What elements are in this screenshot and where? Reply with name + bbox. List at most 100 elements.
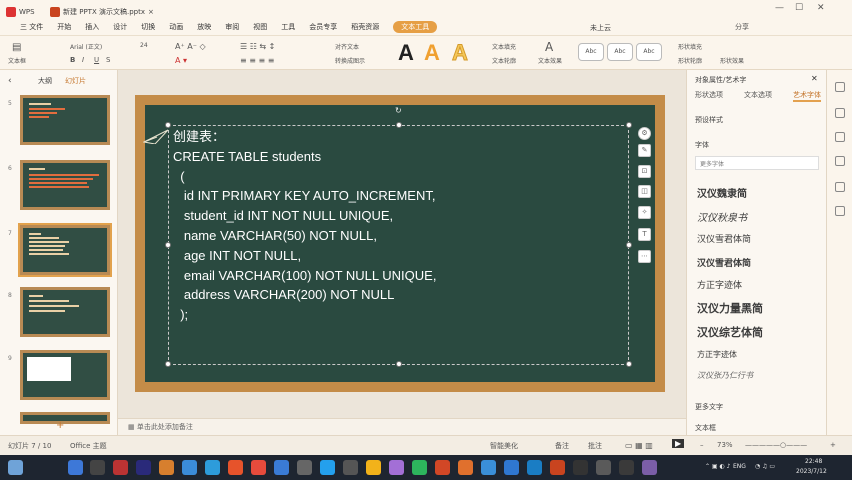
cloud-status[interactable]: 未上云 [590,20,611,36]
shape-style-1[interactable]: Abc [578,43,604,61]
shape-effect-button[interactable]: 形状效果 [720,56,744,65]
play-button[interactable]: ▶ [672,439,685,448]
text-effect-button[interactable]: 文本效果 [538,56,562,65]
slide-thumbnail-7[interactable] [18,223,112,277]
close-tab-icon[interactable]: × [148,8,154,16]
smart-beautify-button[interactable]: 智能美化 [490,441,518,451]
text-fill-button[interactable]: 文本填充 [492,42,516,51]
more-text-link[interactable]: 更多文字 [695,402,723,412]
preset-text-style-orange[interactable]: A [424,40,440,66]
menu-item[interactable]: 视图 [253,22,267,32]
app-icon[interactable] [274,460,289,475]
app-icon[interactable] [527,460,542,475]
layer-icon[interactable]: ◫ [638,185,651,198]
tab-shape-options[interactable]: 形状选项 [695,90,723,102]
font-option[interactable]: 汉仪魏隶简 [697,185,747,200]
crop-icon[interactable]: ⊡ [638,165,651,178]
effect-icon[interactable]: ✧ [638,206,651,219]
menu-item[interactable]: 开始 [57,22,71,32]
home-tab[interactable]: WPS [6,4,35,20]
comments-button[interactable]: 批注 [588,441,602,451]
convert-art-button[interactable]: 转换成图示 [335,56,365,65]
resize-handle[interactable] [626,361,632,367]
text-outline-button[interactable]: 文本轮廓 [492,56,516,65]
language-indicator[interactable]: ENG [733,463,746,470]
maximize-icon[interactable]: ☐ [795,3,803,13]
share-button[interactable]: 分享 [735,22,749,32]
font-size-select[interactable]: 24 [140,42,148,49]
browser-icon[interactable] [205,460,220,475]
rotate-handle-icon[interactable]: ↻ [395,106,402,115]
start-menu-icon[interactable] [68,460,83,475]
edge-icon[interactable] [182,460,197,475]
tab-text-options[interactable]: 文本选项 [744,90,772,102]
underline-button[interactable]: U [94,56,99,64]
panel-close-icon[interactable]: ✕ [811,74,818,83]
notes-toggle-button[interactable]: 备注 [555,441,569,451]
tab-outline[interactable]: 大纲 [38,76,52,86]
app-icon[interactable] [504,460,519,475]
italic-button[interactable]: I [82,56,84,64]
font-option[interactable]: 汉仪综艺体简 [697,324,763,340]
font-option[interactable]: 汉仪雪君体简 [697,256,751,269]
resize-handle[interactable] [626,242,632,248]
menu-item[interactable]: 审阅 [225,22,239,32]
bullet-list-icon[interactable]: ☰ ☷ ⇆ ↕ [240,42,275,51]
more-icon[interactable] [835,206,845,216]
app-icon[interactable] [320,460,335,475]
font-option[interactable]: 汉仪张乃仁行书 [697,370,753,381]
clock-time[interactable]: 22:48 [805,458,822,465]
wps-taskbar-icon[interactable] [550,460,565,475]
settings-icon[interactable]: ⚙ [638,127,651,140]
app-icon[interactable] [366,460,381,475]
slide-thumbnail-5[interactable] [20,95,110,145]
zoom-level[interactable]: 73% [717,441,733,449]
minimize-icon[interactable]: — [775,3,784,13]
add-slide-button[interactable]: + [56,420,64,431]
menu-item[interactable]: 插入 [85,22,99,32]
weather-icon[interactable] [8,460,23,475]
app-icon[interactable] [251,460,266,475]
menu-item[interactable]: 动画 [169,22,183,32]
panel-toggle-icon[interactable]: ‹ [8,76,12,86]
font-name-select[interactable]: Arial (正文) [70,42,102,51]
app-icon[interactable] [619,460,634,475]
app-icon[interactable] [343,460,358,475]
document-tab[interactable]: 新建 PPTX 演示文稿.pptx × [50,4,154,20]
app-icon[interactable] [573,460,588,475]
shape-style-3[interactable]: Abc [636,43,662,61]
menu-item[interactable]: 会员专享 [309,22,337,32]
shape-fill-button[interactable]: 形状填充 [678,42,702,51]
resize-handle[interactable] [626,122,632,128]
section-fonts[interactable]: 字体 [695,140,709,150]
app-icon[interactable] [642,460,657,475]
font-option[interactable]: 方正字迹体 [697,278,742,291]
menu-item[interactable]: 切换 [141,22,155,32]
clock-date[interactable]: 2023/7/12 [796,468,827,475]
text-box-section[interactable]: 文本框 [695,423,716,433]
tray-icons[interactable]: ⌃ ▣ ◐ ♪ [705,463,730,470]
section-preset-styles[interactable]: 预设样式 [695,115,723,125]
premiere-icon[interactable] [136,460,151,475]
menu-item[interactable]: 工具 [281,22,295,32]
zoom-out-icon[interactable]: – [700,441,704,449]
font-option[interactable]: 汉仪雪君体简 [697,232,751,245]
zoom-slider[interactable]: —————○——— [745,441,807,449]
tab-art-fonts[interactable]: 艺术字体 [793,90,821,102]
resize-handle[interactable] [165,361,171,367]
network-icon[interactable]: ◔ ♫ ▭ [755,463,775,470]
menu-item[interactable]: 文本工具 [393,21,438,33]
align-icon[interactable]: ≡ ≡ ≡ ≡ [240,56,274,65]
bold-button[interactable]: B [70,56,75,64]
align-text-button[interactable]: 对齐文本 [335,42,359,51]
app-icon[interactable] [481,460,496,475]
style-icon[interactable] [835,108,845,118]
properties-icon[interactable] [835,82,845,92]
font-color-icon[interactable]: A ▾ [175,56,187,65]
app-icon[interactable] [435,460,450,475]
font-option[interactable]: 方正字迹体 [697,349,737,360]
app-icon[interactable] [389,460,404,475]
help-icon[interactable] [835,182,845,192]
app-icon[interactable] [412,460,427,475]
code-text[interactable]: 创建表： CREATE TABLE students ( id INT PRIM… [173,127,623,325]
